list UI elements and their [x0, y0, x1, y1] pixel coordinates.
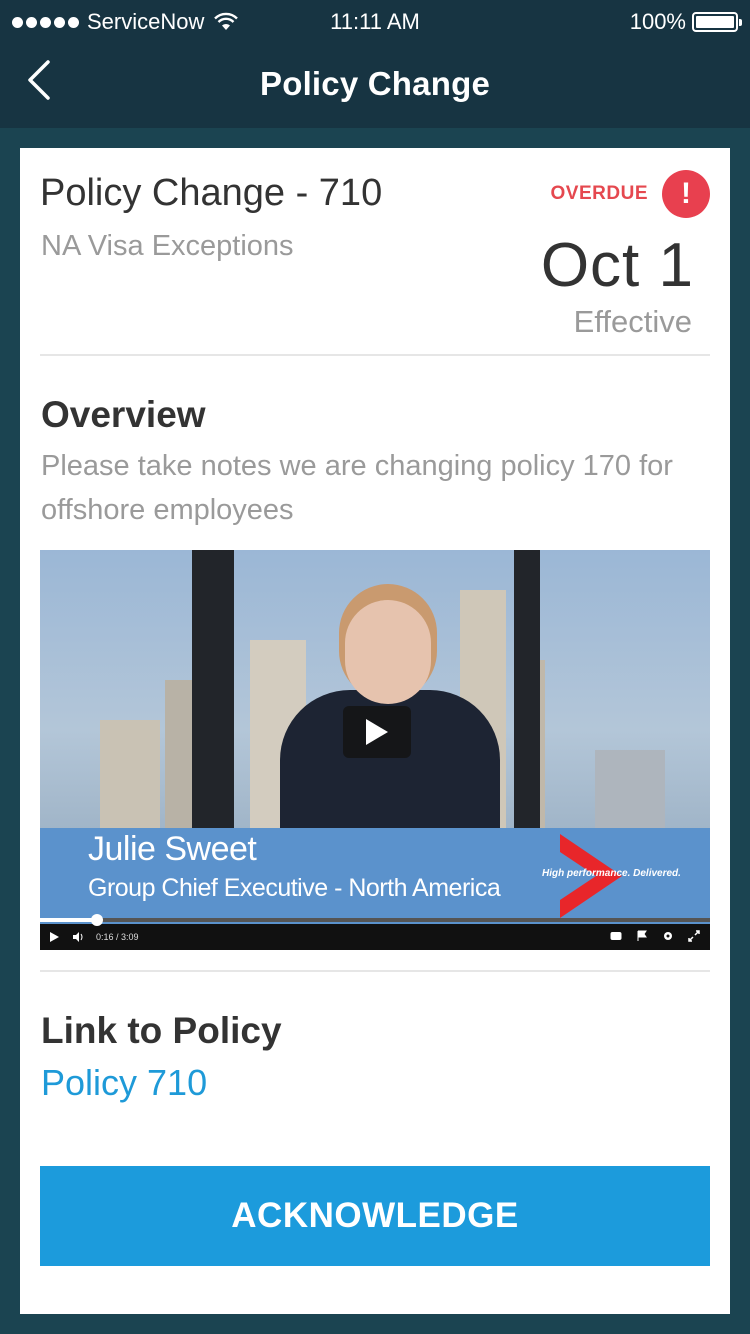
link-to-policy-heading: Link to Policy: [41, 1010, 282, 1051]
effective-date: Oct 1: [540, 231, 694, 300]
fullscreen-icon[interactable]: [688, 930, 700, 942]
battery-indicator: 100%: [629, 9, 742, 35]
overview-heading: Overview: [41, 394, 206, 435]
flag-icon[interactable]: [636, 930, 648, 942]
play-button[interactable]: [343, 706, 411, 758]
time-display: 0:16 / 3:09: [96, 932, 139, 942]
volume-icon[interactable]: [72, 931, 84, 943]
overview-text: Please take notes we are changing policy…: [41, 450, 673, 526]
status-bar: ServiceNow 11:11 AM 100%: [0, 0, 750, 44]
policy-header: Policy Change - 710 NA Visa Exceptions O…: [40, 148, 710, 356]
speaker-name: Julie Sweet: [88, 830, 257, 868]
section-divider: [40, 970, 710, 972]
video-controls: 0:16 / 3:09: [40, 914, 710, 950]
closed-captions-icon[interactable]: [610, 930, 622, 942]
effective-label: Effective: [573, 304, 692, 339]
video-lower-third: Julie Sweet Group Chief Executive - Nort…: [40, 828, 710, 924]
settings-gear-icon[interactable]: [662, 930, 674, 942]
video-progress-bar[interactable]: [40, 914, 710, 926]
video-player[interactable]: Julie Sweet Group Chief Executive - Nort…: [40, 550, 710, 950]
policy-subtitle: NA Visa Exceptions: [41, 230, 294, 262]
acknowledge-button[interactable]: ACKNOWLEDGE: [40, 1166, 710, 1266]
elapsed-time: 0:16: [96, 932, 114, 942]
video-progress-fill: [40, 918, 97, 922]
navigation-bar: Policy Change: [0, 44, 750, 128]
play-small-icon[interactable]: [48, 931, 60, 943]
total-duration: 3:09: [121, 932, 139, 942]
policy-title: Policy Change - 710: [40, 172, 383, 214]
brand-tagline: High performance. Delivered.: [542, 868, 681, 879]
overdue-label: OVERDUE: [550, 183, 648, 204]
battery-percent: 100%: [629, 9, 686, 34]
page-title: Policy Change: [260, 65, 490, 102]
play-icon: [366, 719, 388, 745]
policy-link[interactable]: Policy 710: [41, 1062, 207, 1104]
policy-card: Policy Change - 710 NA Visa Exceptions O…: [20, 148, 730, 1314]
speaker-title: Group Chief Executive - North America: [88, 874, 501, 902]
exclamation-alert-icon: !: [662, 170, 710, 218]
battery-icon: [692, 12, 742, 32]
status-badge: OVERDUE !: [551, 170, 710, 218]
video-scrubber-handle[interactable]: [90, 914, 103, 926]
